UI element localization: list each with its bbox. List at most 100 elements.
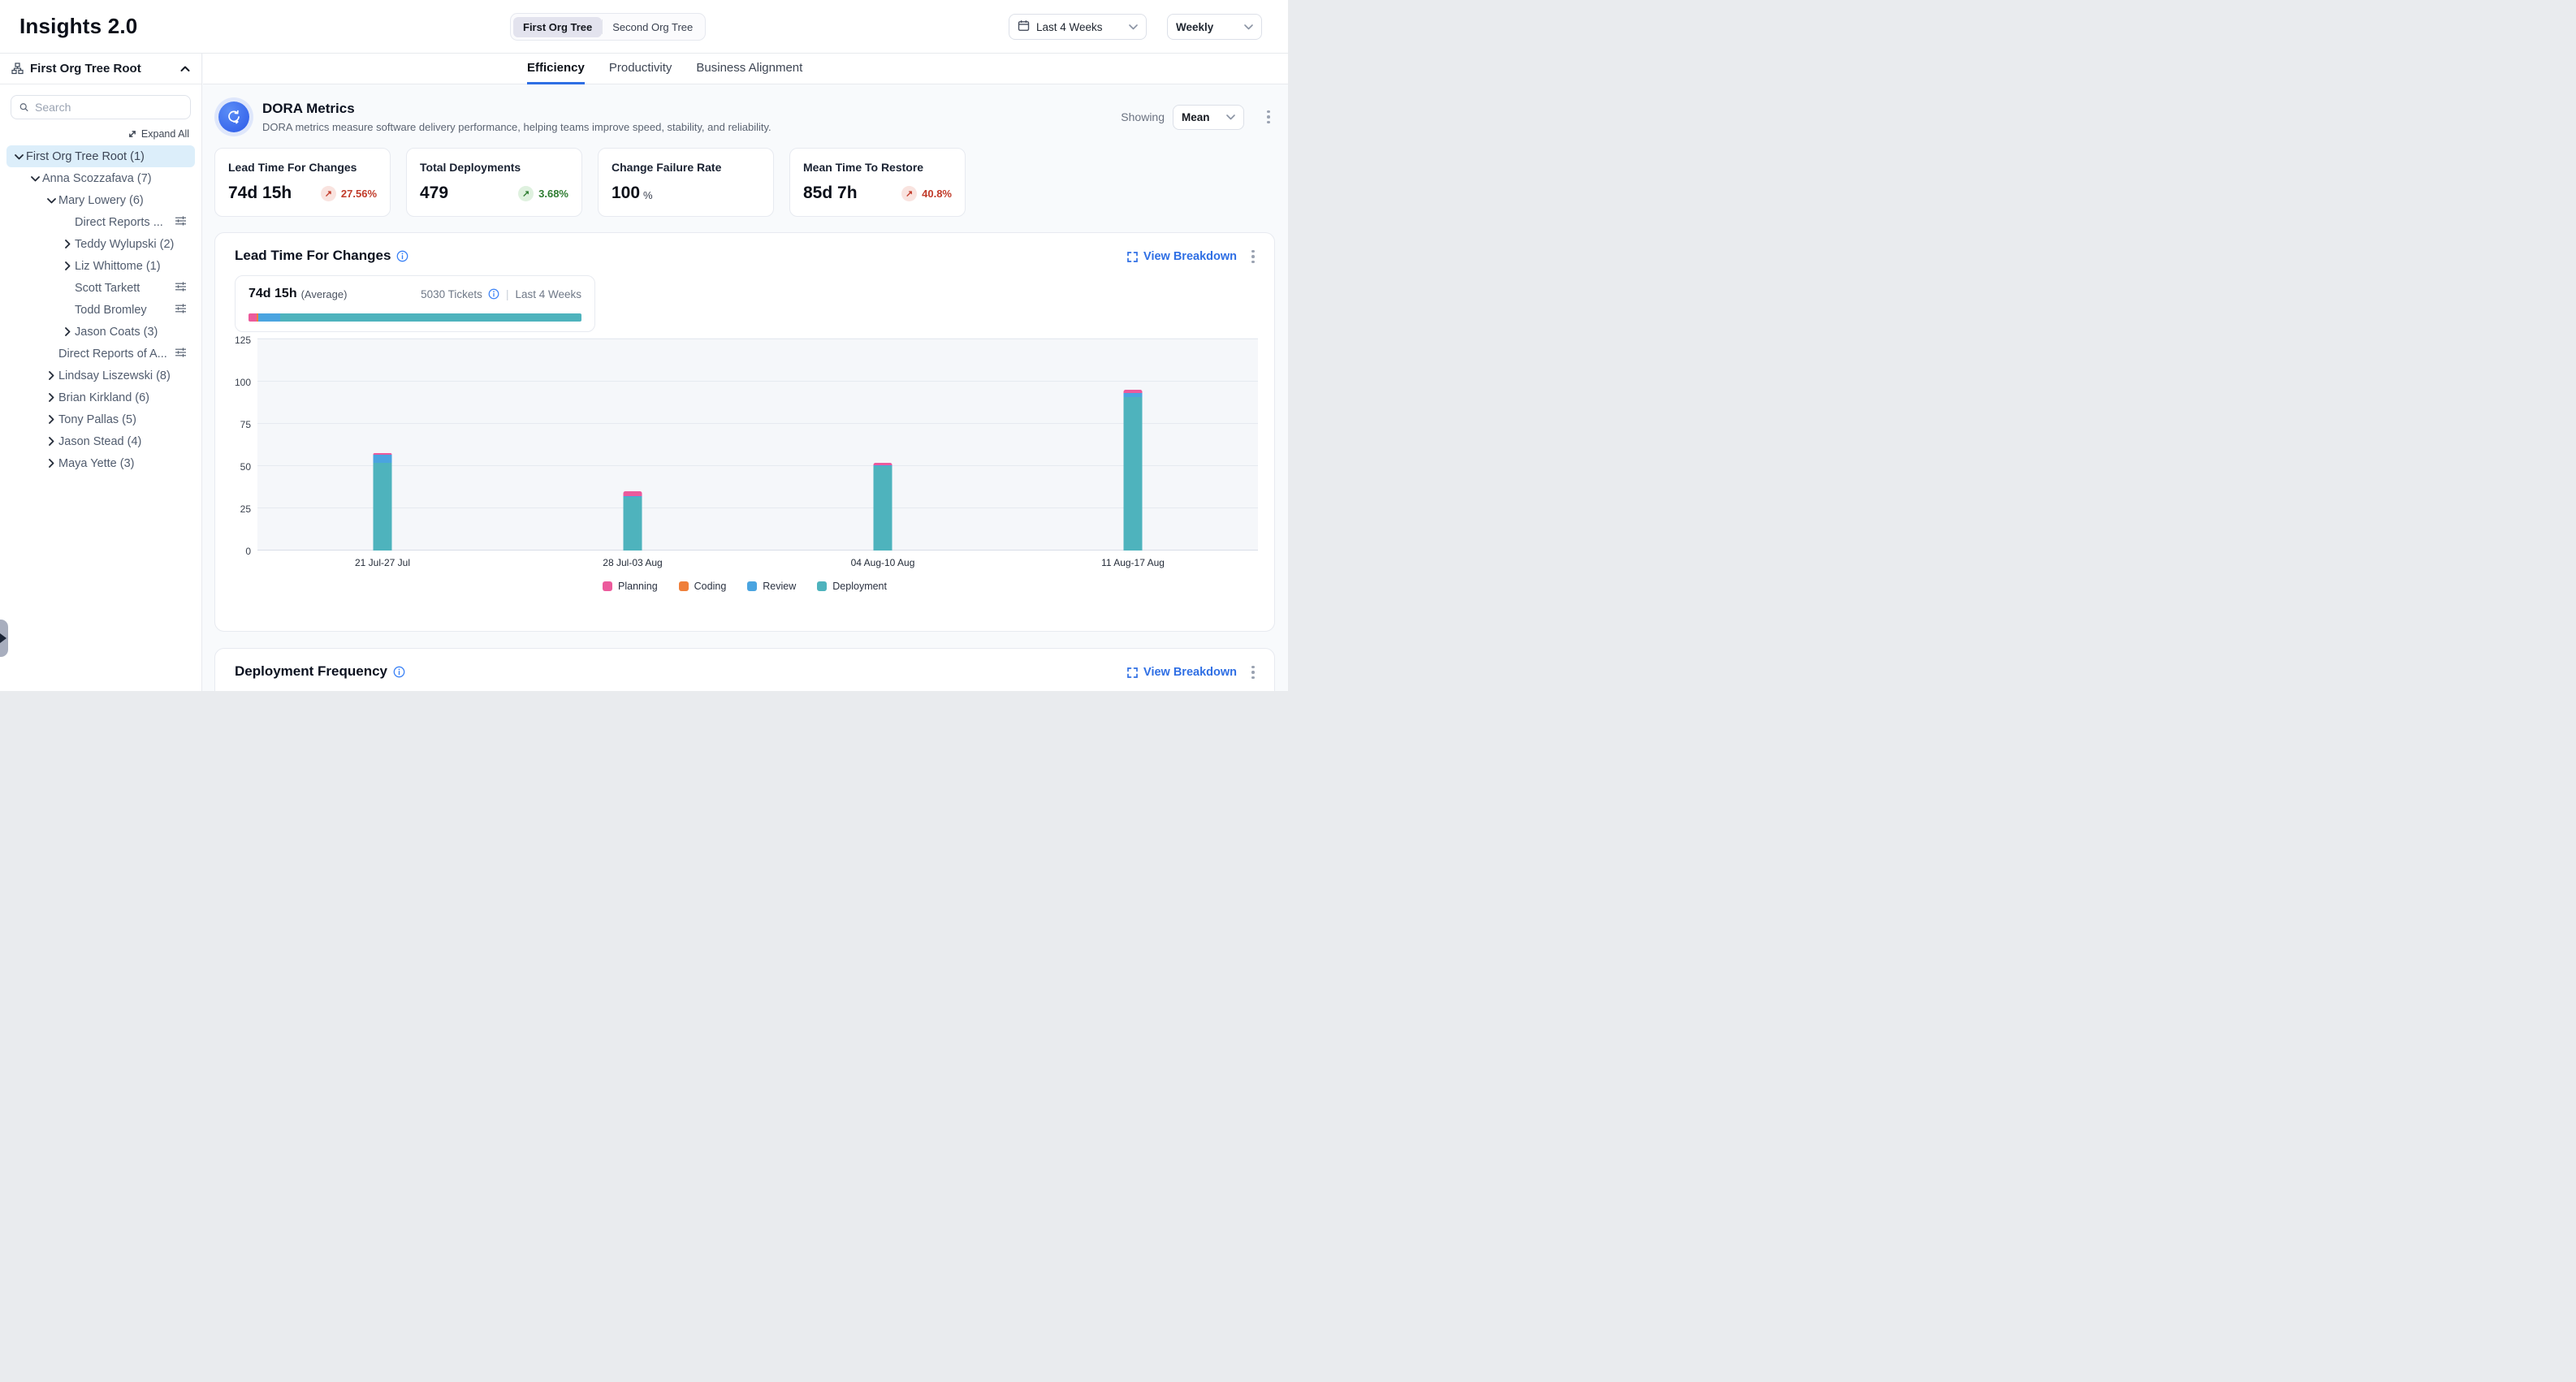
granularity-select[interactable]: Weekly — [1167, 14, 1262, 40]
dora-menu-button[interactable] — [1262, 108, 1275, 126]
tree-item[interactable]: Jason Coats (3) — [6, 321, 195, 343]
tree-item[interactable]: Scott Tarkett — [6, 277, 195, 299]
legend-label: Review — [763, 581, 796, 592]
x-axis-label: 11 Aug-17 Aug — [1101, 557, 1165, 568]
lead-time-chart: 025507510012521 Jul-27 Jul28 Jul-03 Aug0… — [257, 338, 1258, 551]
deployment-frequency-menu-button[interactable] — [1247, 663, 1260, 681]
expand-all-button[interactable]: Expand All — [12, 128, 189, 140]
deployment-frequency-title: Deployment Frequency — [235, 663, 387, 680]
filter-icon[interactable] — [175, 215, 187, 230]
stacked-bar[interactable] — [374, 453, 392, 551]
chart-legend: PlanningCodingReviewDeployment — [215, 581, 1274, 592]
tree-item[interactable]: Direct Reports ... — [6, 211, 195, 233]
stacked-bar[interactable] — [874, 463, 893, 551]
chevron-right-icon[interactable] — [44, 415, 58, 424]
y-axis-label: 125 — [218, 335, 251, 346]
tab-business-alignment[interactable]: Business Alignment — [696, 54, 802, 84]
tree-item[interactable]: Tony Pallas (5) — [6, 408, 195, 430]
tree-item[interactable]: Direct Reports of A... — [6, 343, 195, 365]
tree-item[interactable]: Jason Stead (4) — [6, 430, 195, 452]
chevron-down-icon[interactable] — [44, 197, 58, 204]
view-breakdown-button[interactable]: View Breakdown — [1127, 250, 1237, 263]
stacked-bar[interactable] — [624, 491, 642, 551]
org-tree: First Org Tree Root (1) Anna Scozzafava (… — [0, 145, 201, 482]
legend-label: Coding — [694, 581, 727, 592]
bar-segment-deployment — [374, 463, 392, 551]
filter-icon[interactable] — [175, 303, 187, 317]
legend-item-review: Review — [747, 581, 796, 592]
tree-item-label: Scott Tarkett — [75, 282, 140, 295]
chevron-right-icon[interactable] — [44, 437, 58, 446]
tree-item-label: Jason Coats (3) — [75, 326, 158, 339]
lead-time-section: Lead Time For Changes View Breakdown 74d… — [214, 232, 1275, 632]
info-icon[interactable] — [396, 250, 408, 262]
y-axis-label: 50 — [218, 461, 251, 473]
sidebar-search[interactable] — [11, 95, 191, 119]
tree-item[interactable]: Todd Bromley — [6, 299, 195, 321]
tab-productivity[interactable]: Productivity — [609, 54, 672, 84]
expand-all-label: Expand All — [141, 128, 189, 140]
x-axis-label: 28 Jul-03 Aug — [603, 557, 662, 568]
chevron-right-icon[interactable] — [60, 261, 75, 270]
tree-item-label: First Org Tree Root (1) — [26, 150, 145, 163]
stat-card-title: Lead Time For Changes — [228, 161, 377, 174]
chevron-right-icon[interactable] — [44, 371, 58, 380]
tree-item[interactable]: Brian Kirkland (6) — [6, 387, 195, 408]
tree-item-label: Todd Bromley — [75, 304, 147, 317]
showing-control: Showing Mean — [1121, 105, 1275, 130]
tree-item[interactable]: Maya Yette (3) — [6, 452, 195, 474]
sidebar-header[interactable]: First Org Tree Root — [0, 54, 201, 84]
org-tree-toggle[interactable]: First Org TreeSecond Org Tree — [510, 13, 706, 41]
legend-swatch — [817, 581, 827, 591]
main-area: Efficiency Productivity Business Alignment… — [203, 54, 1288, 691]
tree-item-label: Teddy Wylupski (2) — [75, 238, 174, 251]
chevron-right-icon[interactable] — [60, 327, 75, 336]
filter-icon[interactable] — [175, 347, 187, 361]
chart-column: 21 Jul-27 Jul — [257, 338, 508, 551]
tree-item[interactable]: Liz Whittome (1) — [6, 255, 195, 277]
period-label: Last 4 Weeks — [515, 288, 581, 300]
chevron-down-icon[interactable] — [11, 153, 26, 160]
x-axis-label: 04 Aug-10 Aug — [851, 557, 915, 568]
tree-item[interactable]: First Org Tree Root (1) — [6, 145, 195, 167]
chevron-right-icon[interactable] — [44, 459, 58, 468]
tree-item[interactable]: Mary Lowery (6) — [6, 189, 195, 211]
calendar-icon — [1018, 19, 1030, 34]
stacked-bar[interactable] — [1124, 390, 1143, 551]
date-range-select[interactable]: Last 4 Weeks — [1009, 14, 1147, 40]
stat-card-value: 85d 7h — [803, 184, 858, 203]
sidebar-root-label: First Org Tree Root — [30, 62, 174, 76]
tree-item-label: Maya Yette (3) — [58, 457, 135, 470]
sidebar-collapse-handle[interactable] — [0, 620, 8, 657]
y-axis-label: 75 — [218, 419, 251, 430]
info-icon[interactable] — [393, 666, 405, 678]
search-input[interactable] — [35, 101, 182, 114]
stat-card-delta: ↗27.56% — [321, 186, 377, 201]
trend-arrow-icon: ↗ — [901, 186, 917, 201]
tree-item[interactable]: Anna Scozzafava (7) — [6, 167, 195, 189]
view-breakdown-button[interactable]: View Breakdown — [1127, 666, 1237, 679]
phase-segment-deployment — [280, 313, 581, 322]
lead-time-menu-button[interactable] — [1247, 248, 1260, 266]
tree-item[interactable]: Lindsay Liszewski (8) — [6, 365, 195, 387]
chevron-right-icon[interactable] — [60, 240, 75, 248]
org-toggle-option[interactable]: Second Org Tree — [603, 17, 702, 37]
search-icon — [19, 101, 28, 113]
info-icon[interactable] — [488, 288, 499, 300]
stat-card-title: Total Deployments — [420, 161, 568, 174]
expand-icon — [1127, 667, 1138, 678]
tree-item-label: Jason Stead (4) — [58, 435, 141, 448]
average-label: (Average) — [301, 288, 348, 300]
tab-efficiency[interactable]: Efficiency — [527, 54, 585, 84]
chevron-up-icon[interactable] — [180, 66, 190, 72]
org-tree-sidebar: First Org Tree Root Expand All First Org… — [0, 54, 202, 691]
dora-subtitle: DORA metrics measure software delivery p… — [262, 121, 772, 133]
filter-icon[interactable] — [175, 281, 187, 296]
tree-item[interactable]: Teddy Wylupski (2) — [6, 233, 195, 255]
org-toggle-option[interactable]: First Org Tree — [513, 17, 602, 37]
org-tree-icon — [11, 63, 24, 75]
legend-swatch — [747, 581, 757, 591]
aggregation-select[interactable]: Mean — [1173, 105, 1244, 130]
chevron-down-icon[interactable] — [28, 175, 42, 182]
chevron-right-icon[interactable] — [44, 393, 58, 402]
